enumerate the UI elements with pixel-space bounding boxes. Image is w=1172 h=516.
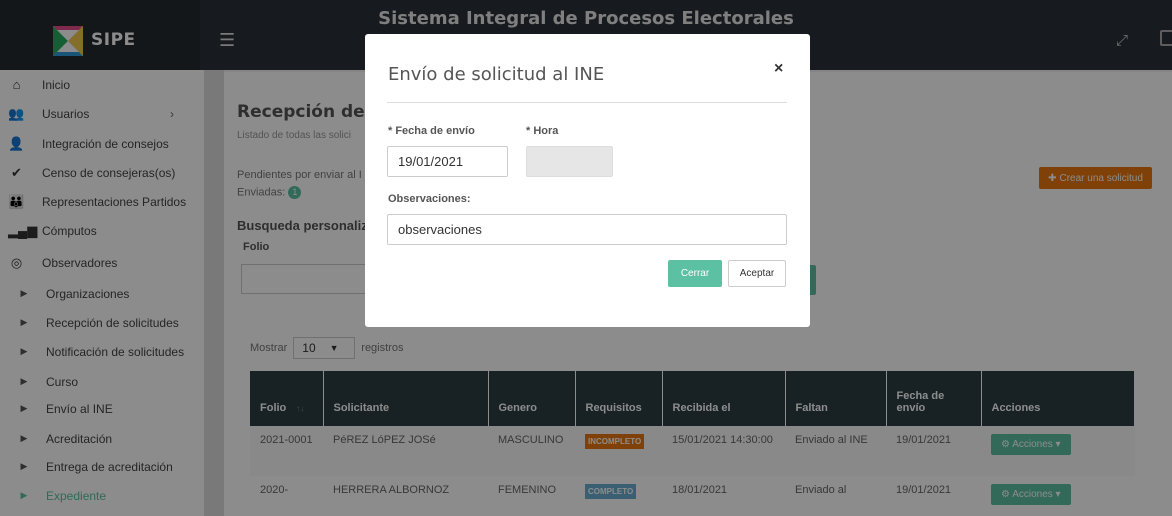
time-input[interactable] xyxy=(526,146,613,177)
send-request-modal: Envío de solicitud al INE × * Fecha de e… xyxy=(365,34,810,327)
close-button[interactable]: Cerrar xyxy=(668,260,722,287)
observations-input[interactable]: observaciones xyxy=(387,214,787,245)
modal-divider xyxy=(387,102,787,103)
observations-label: Observaciones: xyxy=(388,193,471,205)
send-date-label: * Fecha de envío xyxy=(388,125,475,137)
close-icon[interactable]: × xyxy=(774,60,783,78)
time-label: * Hora xyxy=(526,125,559,137)
modal-title: Envío de solicitud al INE xyxy=(388,64,605,85)
accept-button[interactable]: Aceptar xyxy=(728,260,786,287)
send-date-input[interactable]: 19/01/2021 xyxy=(387,146,508,177)
